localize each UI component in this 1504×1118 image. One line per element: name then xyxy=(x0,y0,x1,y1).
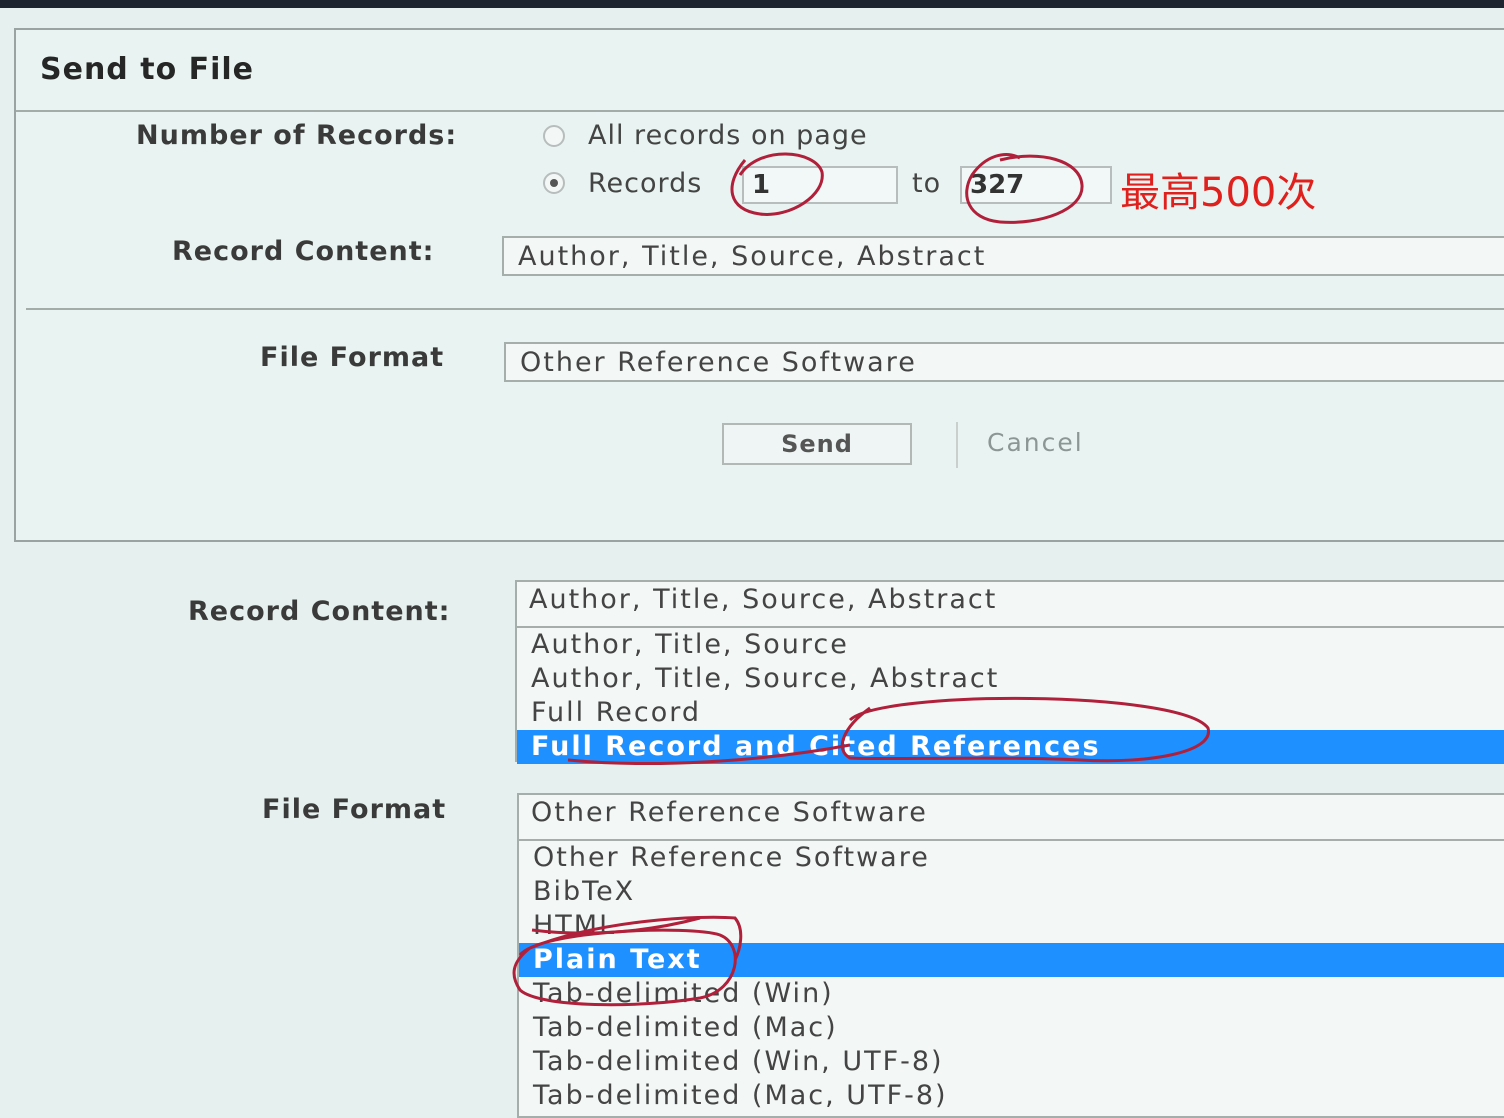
file-format-option[interactable]: Other Reference Software xyxy=(519,841,1504,875)
file-format-current-value[interactable]: Other Reference Software xyxy=(519,795,1504,841)
button-separator xyxy=(956,422,958,468)
file-format-option[interactable]: HTML xyxy=(519,909,1504,943)
file-format-dropdown[interactable]: Other Reference Software Other Reference… xyxy=(517,793,1504,1118)
radio-records-range[interactable] xyxy=(543,172,565,194)
number-of-records-label: Number of Records: xyxy=(136,120,458,151)
radio-all-records[interactable] xyxy=(543,125,565,147)
file-format-option[interactable]: Tab-delimited (Win) xyxy=(519,977,1504,1011)
send-button[interactable]: Send xyxy=(722,423,912,465)
cancel-link[interactable]: Cancel xyxy=(987,428,1084,457)
annotation-note: 最高500次 xyxy=(1120,170,1317,216)
record-content-select[interactable]: Author, Title, Source, Abstract xyxy=(502,236,1504,276)
records-label: Records xyxy=(588,168,703,199)
all-records-label: All records on page xyxy=(588,120,868,151)
file-format-select[interactable]: Other Reference Software xyxy=(504,342,1504,382)
record-content-option[interactable]: Author, Title, Source, Abstract xyxy=(517,662,1504,696)
record-content-dropdown-label: Record Content: xyxy=(188,596,451,627)
section-divider xyxy=(26,308,1504,310)
title-divider xyxy=(16,110,1504,112)
record-content-option[interactable]: Author, Title, Source xyxy=(517,628,1504,662)
record-content-label: Record Content: xyxy=(172,236,435,267)
record-content-option[interactable]: Full Record xyxy=(517,696,1504,730)
record-content-option-selected[interactable]: Full Record and Cited References xyxy=(517,730,1504,764)
file-format-option[interactable]: Tab-delimited (Win, UTF-8) xyxy=(519,1045,1504,1079)
file-format-label: File Format xyxy=(260,342,445,373)
to-label: to xyxy=(912,168,942,199)
file-format-option-selected[interactable]: Plain Text xyxy=(519,943,1504,977)
records-from-input[interactable]: 1 xyxy=(742,166,898,204)
records-to-input[interactable]: 327 xyxy=(960,166,1112,204)
window-top-edge xyxy=(0,0,1504,8)
record-content-current-value[interactable]: Author, Title, Source, Abstract xyxy=(517,582,1504,628)
file-format-option[interactable]: BibTeX xyxy=(519,875,1504,909)
file-format-option[interactable]: Tab-delimited (Mac, UTF-8) xyxy=(519,1079,1504,1113)
record-content-dropdown[interactable]: Author, Title, Source, Abstract Author, … xyxy=(515,580,1504,764)
dialog-title: Send to File xyxy=(40,52,255,87)
file-format-dropdown-label: File Format xyxy=(262,794,447,825)
file-format-option[interactable]: Tab-delimited (Mac) xyxy=(519,1011,1504,1045)
